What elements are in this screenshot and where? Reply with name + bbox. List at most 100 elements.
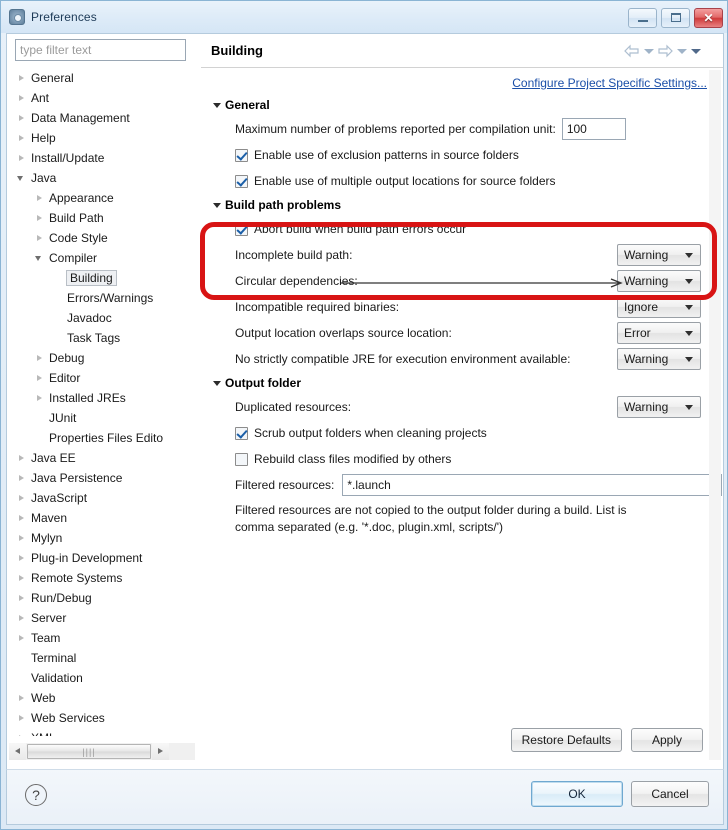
severity-combo-incompatible-required-binaries[interactable]: Ignore xyxy=(617,296,701,318)
tree-item-build-path[interactable]: Build Path xyxy=(7,208,197,228)
tree-item-editor[interactable]: Editor xyxy=(7,368,197,388)
tree-item-compiler[interactable]: Compiler xyxy=(7,248,197,268)
chevron-right-icon[interactable] xyxy=(15,592,28,605)
minimize-button[interactable] xyxy=(628,7,657,28)
view-menu-caret-icon[interactable] xyxy=(690,45,701,57)
scroll-right-button[interactable] xyxy=(152,743,169,760)
apply-button[interactable]: Apply xyxy=(631,728,703,752)
checkbox-scrub-output-folders-when-cleaning-project[interactable] xyxy=(235,426,248,440)
page-vertical-scrollbar[interactable] xyxy=(709,70,721,760)
chevron-right-icon[interactable] xyxy=(33,232,46,245)
tree-item-java-ee[interactable]: Java EE xyxy=(7,448,197,468)
tree-item-validation[interactable]: Validation xyxy=(7,668,197,688)
max-problems-input[interactable] xyxy=(561,118,626,140)
chevron-right-icon[interactable] xyxy=(33,392,46,405)
chevron-right-icon[interactable] xyxy=(15,732,28,736)
chevron-right-icon[interactable] xyxy=(15,492,28,505)
question-mark-icon[interactable]: ? xyxy=(25,784,47,806)
filter-input[interactable] xyxy=(15,39,186,61)
chevron-right-icon[interactable] xyxy=(15,152,28,165)
forward-arrow-icon[interactable] xyxy=(657,44,673,58)
checkbox-row-enable-use-of-exclusion-patterns-in-source[interactable]: Enable use of exclusion patterns in sour… xyxy=(211,142,723,168)
tree-item-building[interactable]: Building xyxy=(7,268,197,288)
chevron-right-icon[interactable] xyxy=(15,512,28,525)
chevron-right-icon[interactable] xyxy=(15,452,28,465)
tree-item-java[interactable]: Java xyxy=(7,168,197,188)
tree-item-xml[interactable]: XML xyxy=(7,728,197,736)
chevron-right-icon[interactable] xyxy=(15,112,28,125)
tree-item-debug[interactable]: Debug xyxy=(7,348,197,368)
checkbox-rebuild-class-files-modified-by-others[interactable] xyxy=(235,452,248,466)
preferences-tree[interactable]: General Ant Data Management Help Install/Upd… xyxy=(7,68,197,736)
severity-combo-incomplete-build-path[interactable]: Warning xyxy=(617,244,701,266)
severity-combo-output-location-overlaps-source-location[interactable]: Error xyxy=(617,322,701,344)
maximize-button[interactable] xyxy=(661,7,690,28)
tree-item-ant[interactable]: Ant xyxy=(7,88,197,108)
chevron-down-icon[interactable] xyxy=(33,252,46,265)
tree-item-properties-files-edito[interactable]: Properties Files Edito xyxy=(7,428,197,448)
forward-history-caret-icon[interactable] xyxy=(676,45,687,57)
section-header-build-path-problems[interactable]: Build path problems xyxy=(211,194,723,216)
tree-item-java-persistence[interactable]: Java Persistence xyxy=(7,468,197,488)
tree-item-mylyn[interactable]: Mylyn xyxy=(7,528,197,548)
tree-item-remote-systems[interactable]: Remote Systems xyxy=(7,568,197,588)
severity-combo-duplicated-resources[interactable]: Warning xyxy=(617,396,701,418)
chevron-right-icon[interactable] xyxy=(15,572,28,585)
tree-item-errors-warnings[interactable]: Errors/Warnings xyxy=(7,288,197,308)
checkbox-enable-use-of-multiple-output-locations-fo[interactable] xyxy=(235,174,248,188)
section-header-general[interactable]: General xyxy=(211,94,723,116)
severity-combo-no-strictly-compatible-jre-for-execution-e[interactable]: Warning xyxy=(617,348,701,370)
tree-item-maven[interactable]: Maven xyxy=(7,508,197,528)
restore-defaults-button[interactable]: Restore Defaults xyxy=(510,728,622,752)
chevron-down-icon[interactable] xyxy=(15,172,28,185)
checkbox-row-scrub-output-folders-when-cleaning-project[interactable]: Scrub output folders when cleaning proje… xyxy=(211,420,723,446)
tree-item-junit[interactable]: JUnit xyxy=(7,408,197,428)
chevron-right-icon[interactable] xyxy=(15,72,28,85)
filtered-resources-input[interactable] xyxy=(342,474,723,496)
tree-item-installed-jres[interactable]: Installed JREs xyxy=(7,388,197,408)
back-arrow-icon[interactable] xyxy=(624,44,640,58)
chevron-right-icon[interactable] xyxy=(15,92,28,105)
chevron-right-icon[interactable] xyxy=(33,212,46,225)
chevron-right-icon[interactable] xyxy=(15,632,28,645)
tree-item-task-tags[interactable]: Task Tags xyxy=(7,328,197,348)
chevron-right-icon[interactable] xyxy=(15,692,28,705)
chevron-right-icon[interactable] xyxy=(15,712,28,725)
tree-item-install-update[interactable]: Install/Update xyxy=(7,148,197,168)
tree-item-team[interactable]: Team xyxy=(7,628,197,648)
tree-item-data-management[interactable]: Data Management xyxy=(7,108,197,128)
tree-item-general[interactable]: General xyxy=(7,68,197,88)
tree-item-javadoc[interactable]: Javadoc xyxy=(7,308,197,328)
tree-item-code-style[interactable]: Code Style xyxy=(7,228,197,248)
chevron-right-icon[interactable] xyxy=(33,352,46,365)
chevron-right-icon[interactable] xyxy=(15,132,28,145)
scroll-left-button[interactable] xyxy=(9,743,26,760)
severity-combo-circular-dependencies[interactable]: Warning xyxy=(617,270,701,292)
back-history-caret-icon[interactable] xyxy=(643,45,654,57)
ok-button[interactable]: OK xyxy=(531,781,623,807)
tree-item-run-debug[interactable]: Run/Debug xyxy=(7,588,197,608)
tree-item-web-services[interactable]: Web Services xyxy=(7,708,197,728)
chevron-right-icon[interactable] xyxy=(15,552,28,565)
checkbox-row-rebuild-class-files-modified-by-others[interactable]: Rebuild class files modified by others xyxy=(211,446,723,472)
checkbox-row-abort-build-when-build-path-errors-occur[interactable]: Abort build when build path errors occur xyxy=(211,216,723,242)
tree-item-help[interactable]: Help xyxy=(7,128,197,148)
tree-item-javascript[interactable]: JavaScript xyxy=(7,488,197,508)
section-header-output-folder[interactable]: Output folder xyxy=(211,372,723,394)
cancel-button[interactable]: Cancel xyxy=(631,781,709,807)
tree-item-appearance[interactable]: Appearance xyxy=(7,188,197,208)
chevron-right-icon[interactable] xyxy=(33,192,46,205)
tree-item-server[interactable]: Server xyxy=(7,608,197,628)
checkbox-abort-build-when-build-path-errors-occur[interactable] xyxy=(235,222,248,236)
scrollbar-thumb[interactable]: |||| xyxy=(27,744,151,759)
checkbox-row-enable-use-of-multiple-output-locations-fo[interactable]: Enable use of multiple output locations … xyxy=(211,168,723,194)
chevron-right-icon[interactable] xyxy=(15,472,28,485)
chevron-right-icon[interactable] xyxy=(15,532,28,545)
checkbox-enable-use-of-exclusion-patterns-in-source[interactable] xyxy=(235,148,248,162)
chevron-right-icon[interactable] xyxy=(15,612,28,625)
chevron-right-icon[interactable] xyxy=(33,372,46,385)
tree-item-plug-in-development[interactable]: Plug-in Development xyxy=(7,548,197,568)
configure-project-specific-settings-link[interactable]: Configure Project Specific Settings... xyxy=(512,76,707,90)
tree-item-web[interactable]: Web xyxy=(7,688,197,708)
close-button[interactable]: ✕ xyxy=(694,7,723,28)
